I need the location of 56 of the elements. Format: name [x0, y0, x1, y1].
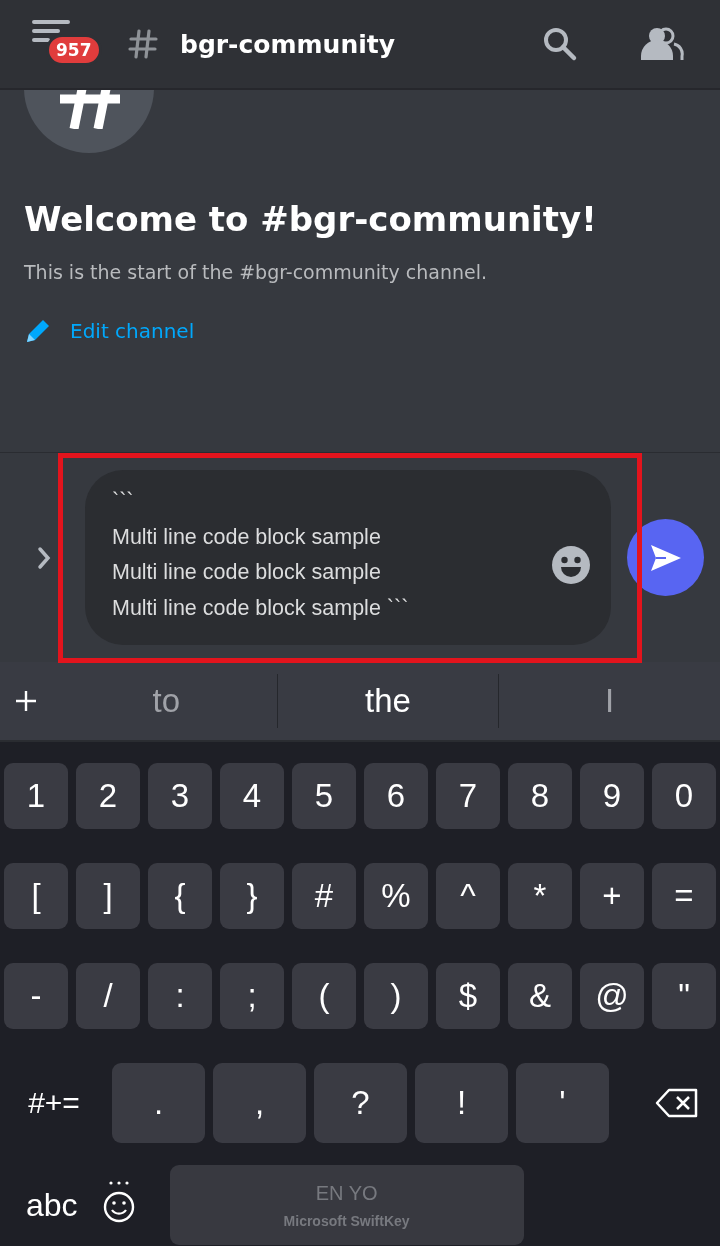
- keyboard-key[interactable]: ^: [436, 863, 500, 929]
- hash-icon: [128, 29, 158, 59]
- keyboard-key[interactable]: /: [76, 963, 140, 1029]
- emoji-key-icon[interactable]: [101, 1180, 136, 1224]
- keyboard-key[interactable]: ): [364, 963, 428, 1029]
- keyboard-key[interactable]: @: [580, 963, 644, 1029]
- backspace-icon[interactable]: [655, 1088, 699, 1118]
- keyboard-key[interactable]: +: [580, 863, 644, 929]
- keyboard-key[interactable]: 5: [292, 763, 356, 829]
- keyboard-key[interactable]: 3: [148, 763, 212, 829]
- channel-name: bgr-community: [180, 29, 395, 59]
- keyboard-key[interactable]: =: [652, 863, 716, 929]
- keyboard-key[interactable]: 6: [364, 763, 428, 829]
- keyboard-key[interactable]: #: [292, 863, 356, 929]
- keyboard-key[interactable]: :: [148, 963, 212, 1029]
- punctuation-key[interactable]: ?: [314, 1063, 407, 1143]
- search-icon[interactable]: [542, 26, 578, 62]
- keyboard-key[interactable]: 0: [652, 763, 716, 829]
- punctuation-key[interactable]: !: [415, 1063, 508, 1143]
- message-field[interactable]: ``` Multi line code block sample Multi line code block sample Multi line code block sample ```: [84, 470, 612, 645]
- keyboard-key[interactable]: }: [220, 863, 284, 929]
- pencil-icon: [24, 317, 52, 345]
- punctuation-key[interactable]: ,: [213, 1063, 306, 1143]
- welcome-title: Welcome to #bgr-community!: [24, 198, 598, 241]
- members-icon[interactable]: [640, 26, 684, 62]
- edit-channel-link[interactable]: Edit channel: [70, 319, 195, 343]
- word-suggestion[interactable]: the: [365, 682, 411, 720]
- word-suggestion[interactable]: I: [605, 682, 615, 720]
- keyboard-key[interactable]: (: [292, 963, 356, 1029]
- symbols-key[interactable]: #+=: [4, 1086, 104, 1120]
- keyboard-key[interactable]: %: [364, 863, 428, 929]
- keyboard-key[interactable]: 9: [580, 763, 644, 829]
- keyboard-key[interactable]: 7: [436, 763, 500, 829]
- unread-badge: 957: [46, 34, 102, 66]
- punctuation-key[interactable]: .: [112, 1063, 205, 1143]
- keyboard-key[interactable]: $: [436, 963, 500, 1029]
- keyboard-key[interactable]: 1: [4, 763, 68, 829]
- keyboard-key[interactable]: ]: [76, 863, 140, 929]
- plus-icon[interactable]: [14, 689, 38, 713]
- keyboard-key[interactable]: [: [4, 863, 68, 929]
- send-icon: [649, 543, 682, 572]
- keyboard-key[interactable]: ;: [220, 963, 284, 1029]
- word-suggestion[interactable]: to: [152, 682, 181, 720]
- keyboard-key[interactable]: 2: [76, 763, 140, 829]
- keyboard-key[interactable]: {: [148, 863, 212, 929]
- channel-description: This is the start of the #bgr-community channel.: [24, 261, 489, 283]
- keyboard-key[interactable]: -: [4, 963, 68, 1029]
- keyboard-key[interactable]: *: [508, 863, 572, 929]
- chevron-icon[interactable]: [37, 545, 51, 570]
- keyboard-key[interactable]: 4: [220, 763, 284, 829]
- punctuation-key[interactable]: ': [516, 1063, 609, 1143]
- keyboard-key[interactable]: &: [508, 963, 572, 1029]
- abc-key[interactable]: abc: [26, 1186, 78, 1224]
- keyboard-key[interactable]: 8: [508, 763, 572, 829]
- keyboard-key[interactable]: ": [652, 963, 716, 1029]
- smiley-icon[interactable]: [551, 544, 592, 585]
